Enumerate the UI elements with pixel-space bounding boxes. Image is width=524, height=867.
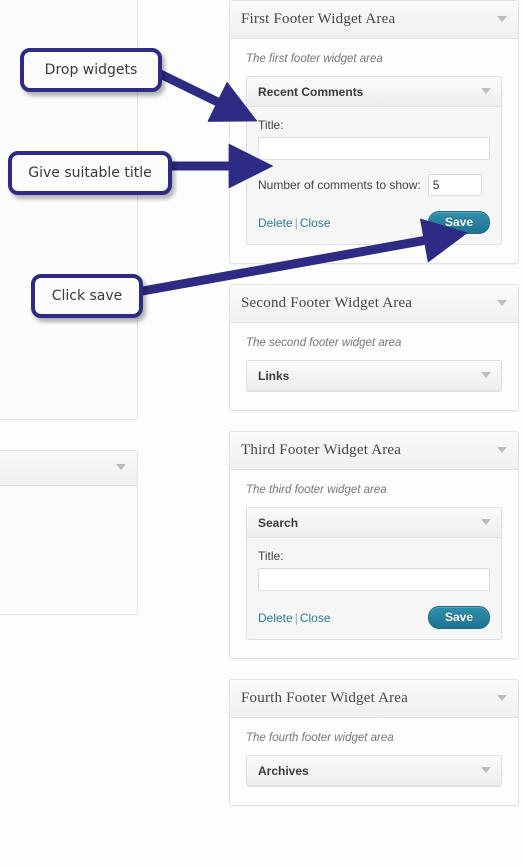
- widget-area-fourth: Fourth Footer Widget Area The fourth foo…: [229, 679, 519, 806]
- widget-area-third-body: Search Title: Delete | Close Save: [230, 507, 518, 658]
- save-button[interactable]: Save: [427, 606, 490, 629]
- widget-area-description: The second footer widget area: [246, 337, 402, 349]
- title-field-label: Title:: [258, 118, 284, 132]
- widget-area-description: The third footer widget area: [246, 484, 387, 496]
- widget-footer-links: Delete | Close: [258, 611, 331, 625]
- left-panel-lower[interactable]: [0, 450, 138, 615]
- widget-area-fourth-header[interactable]: Fourth Footer Widget Area: [230, 680, 518, 718]
- widget-area-description: The first footer widget area: [246, 53, 383, 65]
- widget-recent-comments-content: Title: Number of comments to show: Delet…: [247, 107, 501, 244]
- widget-title: Archives: [258, 763, 309, 778]
- widget-area-first-body: Recent Comments Title: Number of comment…: [230, 76, 518, 263]
- widget-search-header[interactable]: Search: [247, 508, 501, 538]
- callout-give-title: Give suitable title: [8, 151, 172, 195]
- widget-archives: Archives: [246, 755, 502, 787]
- delete-link[interactable]: Delete: [258, 216, 293, 230]
- chevron-down-icon[interactable]: [497, 695, 507, 701]
- save-button[interactable]: Save: [427, 211, 490, 234]
- comment-count-label: Number of comments to show:: [258, 178, 421, 192]
- title-input[interactable]: [258, 137, 490, 160]
- widget-search-content: Title: Delete | Close Save: [247, 538, 501, 639]
- comment-count-input[interactable]: [427, 174, 482, 196]
- chevron-down-icon[interactable]: [116, 464, 126, 470]
- chevron-down-icon[interactable]: [497, 447, 507, 453]
- widget-recent-comments: Recent Comments Title: Number of comment…: [246, 76, 502, 245]
- widget-area-second-body: Links: [230, 360, 518, 410]
- callout-label: Give suitable title: [28, 165, 152, 181]
- widget-links-header[interactable]: Links: [247, 361, 501, 391]
- close-link[interactable]: Close: [300, 611, 331, 625]
- callout-click-save: Click save: [31, 274, 143, 318]
- widget-area-second: Second Footer Widget Area The second foo…: [229, 284, 519, 411]
- widget-area-second-header[interactable]: Second Footer Widget Area: [230, 285, 518, 323]
- widget-links: Links: [246, 360, 502, 392]
- widget-title: Recent Comments: [258, 84, 364, 99]
- widget-area-title: Second Footer Widget Area: [241, 295, 413, 311]
- chevron-down-icon[interactable]: [481, 372, 491, 378]
- widget-area-third: Third Footer Widget Area The third foote…: [229, 431, 519, 659]
- arrow-drop-widgets: [150, 65, 258, 122]
- title-field-label: Title:: [258, 549, 284, 563]
- link-separator: |: [294, 610, 298, 625]
- comment-count-row: Number of comments to show:: [258, 174, 490, 196]
- widget-footer-links: Delete | Close: [258, 216, 331, 230]
- widget-area-title: First Footer Widget Area: [241, 11, 396, 27]
- widget-area-description: The fourth footer widget area: [246, 732, 394, 744]
- callout-label: Click save: [51, 288, 123, 304]
- widget-archives-header[interactable]: Archives: [247, 756, 501, 786]
- widget-area-third-header[interactable]: Third Footer Widget Area: [230, 432, 518, 470]
- widget-area-first-header[interactable]: First Footer Widget Area: [230, 1, 518, 39]
- chevron-down-icon[interactable]: [497, 16, 507, 22]
- footer-widget-areas-column: First Footer Widget Area The first foote…: [229, 0, 519, 826]
- left-panel-lower-header[interactable]: [0, 451, 137, 486]
- widget-area-fourth-body: Archives: [230, 755, 518, 805]
- widget-title: Search: [258, 515, 299, 530]
- chevron-down-icon[interactable]: [481, 88, 491, 94]
- widget-recent-comments-footer: Delete | Close Save: [258, 211, 490, 234]
- chevron-down-icon[interactable]: [497, 300, 507, 306]
- callout-label: Drop widgets: [44, 62, 138, 78]
- chevron-down-icon[interactable]: [481, 767, 491, 773]
- widget-recent-comments-header[interactable]: Recent Comments: [247, 77, 501, 107]
- widget-area-title: Third Footer Widget Area: [241, 442, 402, 458]
- title-input[interactable]: [258, 568, 490, 591]
- close-link[interactable]: Close: [300, 216, 331, 230]
- widget-search-footer: Delete | Close Save: [258, 606, 490, 629]
- widget-area-first: First Footer Widget Area The first foote…: [229, 0, 519, 264]
- callout-drop-widgets: Drop widgets: [20, 48, 162, 92]
- delete-link[interactable]: Delete: [258, 611, 293, 625]
- widget-title: Links: [258, 368, 290, 383]
- link-separator: |: [294, 215, 298, 230]
- widget-search: Search Title: Delete | Close Save: [246, 507, 502, 640]
- widget-area-title: Fourth Footer Widget Area: [241, 690, 409, 706]
- chevron-down-icon[interactable]: [481, 519, 491, 525]
